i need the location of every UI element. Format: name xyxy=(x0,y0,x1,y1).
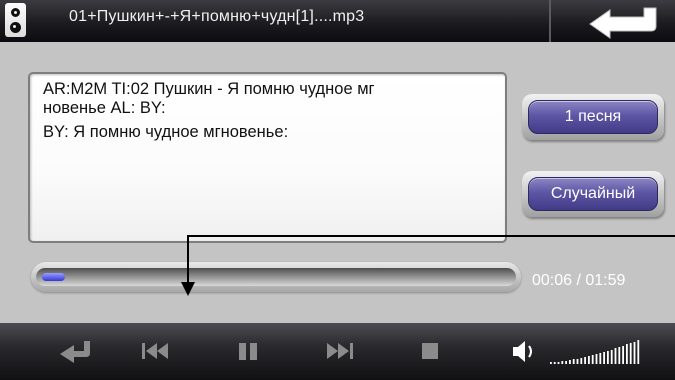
lyrics-line: AR:M2M TI:02 Пушкин - Я помню чудное мг xyxy=(43,80,375,98)
volume-bar xyxy=(614,348,617,364)
volume-bar xyxy=(607,351,609,364)
lyrics-line: новенье AL: BY: xyxy=(43,99,166,117)
return-icon xyxy=(60,341,90,363)
stop-button[interactable] xyxy=(400,323,460,380)
volume-bar xyxy=(584,357,586,364)
playback-toolbar xyxy=(0,323,675,380)
time-display: 00:06 / 01:59 xyxy=(532,272,626,289)
stop-icon xyxy=(422,343,438,359)
pause-icon xyxy=(239,343,257,360)
shuffle-label: Случайный xyxy=(550,185,636,202)
return-button[interactable] xyxy=(48,323,108,380)
pause-button[interactable] xyxy=(220,323,280,380)
volume-bar xyxy=(595,354,598,364)
next-track-icon xyxy=(327,343,353,359)
volume-button[interactable] xyxy=(505,323,545,380)
volume-bar xyxy=(603,352,605,364)
volume-bar xyxy=(553,362,556,364)
volume-bar xyxy=(633,342,636,364)
repeat-mode-button-face: 1 песня xyxy=(528,100,658,134)
lyrics-line: BY: Я помню чудное мгновенье: xyxy=(43,123,289,141)
previous-track-icon xyxy=(142,343,168,359)
volume-bar xyxy=(629,343,632,364)
track-title: 01+Пушкин+-+Я+помню+чудн[1]....mp3 xyxy=(69,8,365,25)
volume-bar xyxy=(550,362,552,364)
volume-bar xyxy=(557,362,560,364)
volume-bar xyxy=(610,350,613,364)
volume-bar xyxy=(626,344,628,364)
previous-track-button[interactable] xyxy=(128,323,188,380)
music-player-screen: 01+Пушкин+-+Я+помню+чудн[1]....mp3 AR:M2… xyxy=(0,0,675,380)
volume-bar xyxy=(580,358,583,364)
volume-bar xyxy=(569,360,571,364)
volume-bar xyxy=(591,355,594,364)
title-bar: 01+Пушкин+-+Я+помню+чудн[1]....mp3 xyxy=(0,0,675,42)
speaker-icon xyxy=(5,3,26,37)
shuffle-button[interactable]: Случайный xyxy=(522,171,664,217)
return-arrow-icon xyxy=(589,7,657,39)
volume-slider[interactable] xyxy=(548,340,644,364)
lyrics-panel: AR:M2M TI:02 Пушкин - Я помню чудное мг … xyxy=(28,72,507,243)
volume-bar xyxy=(599,353,602,364)
repeat-mode-button[interactable]: 1 песня xyxy=(522,94,664,140)
volume-bar xyxy=(637,340,640,364)
repeat-mode-label: 1 песня xyxy=(564,108,622,125)
volume-bar xyxy=(576,359,579,364)
shuffle-button-face: Случайный xyxy=(528,177,658,211)
volume-bar xyxy=(622,346,624,364)
next-track-button[interactable] xyxy=(310,323,370,380)
progress-groove xyxy=(36,268,516,286)
back-button[interactable] xyxy=(560,2,670,40)
volume-bar xyxy=(561,361,564,364)
volume-bar xyxy=(588,356,590,364)
volume-bar xyxy=(572,359,575,364)
progress-bar[interactable] xyxy=(31,262,521,292)
volume-bar xyxy=(565,361,567,364)
volume-bar xyxy=(618,347,621,364)
volume-icon xyxy=(513,341,532,362)
title-divider xyxy=(549,0,551,42)
progress-fill xyxy=(42,273,65,281)
